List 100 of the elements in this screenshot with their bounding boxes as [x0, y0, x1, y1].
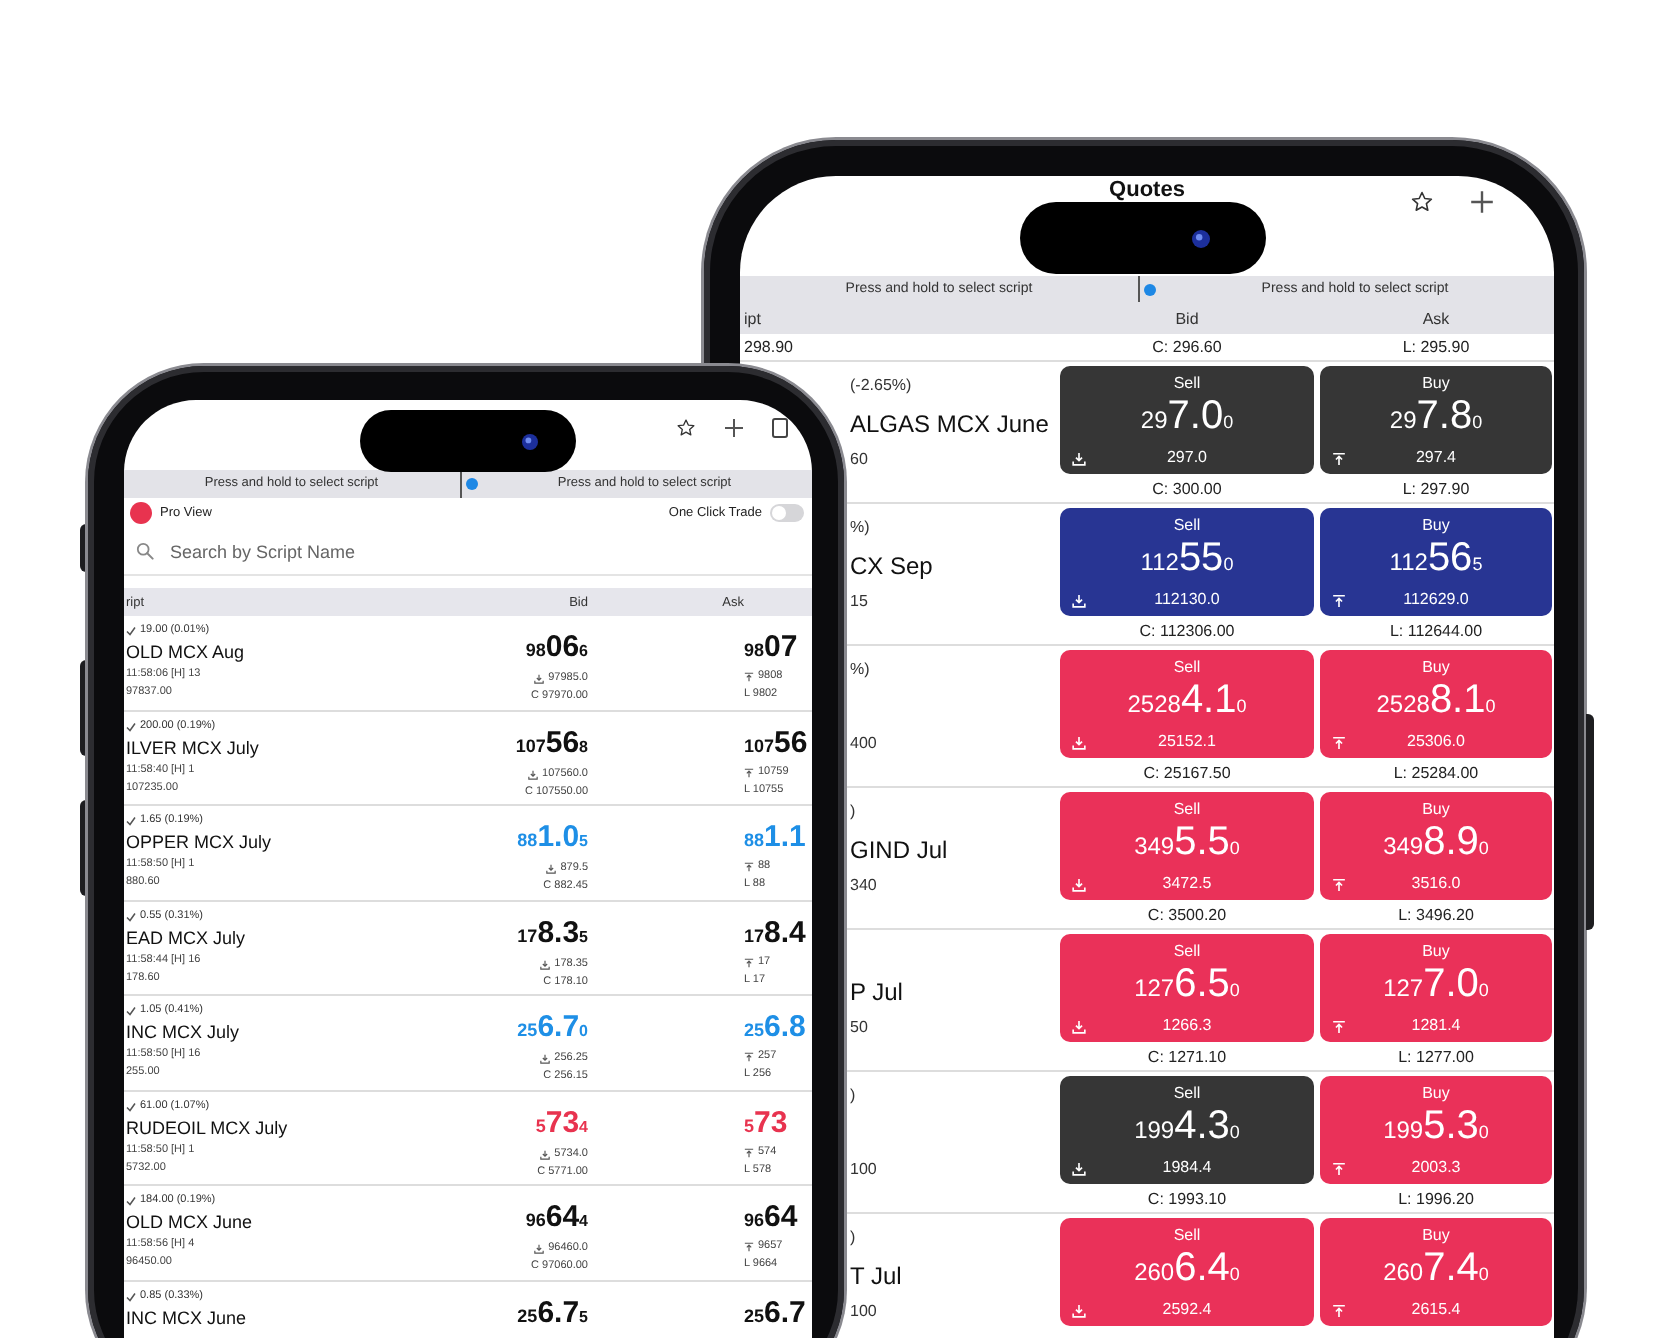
tray-arrow-icon	[540, 1149, 551, 1159]
tick-icon	[126, 1291, 136, 1301]
last-price: L: 3496.20	[1396, 906, 1476, 926]
detail-text: 340	[850, 876, 877, 896]
sell-button[interactable]: Sell 1994.30 1984.4	[1060, 1076, 1314, 1184]
star-icon[interactable]	[676, 418, 696, 438]
script-name: T Jul	[850, 1262, 902, 1290]
ask-price: 9664	[744, 1202, 798, 1236]
detail-text: 100	[850, 1302, 877, 1322]
tray-arrow-icon	[534, 1244, 545, 1254]
detail-text: 100	[850, 1160, 877, 1180]
buy-button[interactable]: Buy 2607.40 2615.4	[1320, 1218, 1552, 1326]
sell-button[interactable]: Sell 2606.40 2592.4	[1060, 1218, 1314, 1326]
detail-text: 60	[850, 450, 868, 470]
tick-icon	[126, 1196, 136, 1206]
tick-icon	[126, 626, 136, 636]
search-icon	[136, 542, 154, 560]
tray-arrow-icon	[1072, 1303, 1086, 1317]
bid-price: 256.70	[517, 1012, 588, 1048]
ask-price: 256.8	[744, 1012, 806, 1046]
script-name: OLD MCX June	[126, 1212, 253, 1234]
last-price: L: 112644.00	[1387, 622, 1485, 642]
bid-price: 256.75	[517, 1297, 588, 1333]
arrow-to-bar-icon	[1332, 593, 1346, 607]
close-price: C: 1271.10	[1145, 1048, 1229, 1068]
script-name: OPPER MCX July	[126, 832, 272, 854]
detail-text: 400	[850, 734, 877, 754]
script-name: CX Sep	[850, 552, 933, 580]
change-text: )	[850, 802, 856, 822]
bid-price: 5734	[535, 1107, 588, 1143]
tray-arrow-icon	[540, 1054, 551, 1064]
ask-price: 178.4	[744, 917, 806, 951]
tray-arrow-icon	[534, 674, 545, 684]
tray-arrow-icon	[1072, 877, 1086, 891]
sell-button[interactable]: Sell 112550 112130.0	[1060, 508, 1314, 616]
camera-lens-icon	[522, 433, 538, 449]
toggle-switch[interactable]	[770, 504, 804, 522]
arrow-to-bar-icon	[744, 1147, 754, 1157]
script-name: ALGAS MCX June	[850, 410, 1049, 438]
arrow-to-bar-icon	[1332, 1303, 1346, 1317]
arrow-to-bar-icon	[744, 1242, 754, 1252]
buy-button[interactable]: Buy 297.80 297.4	[1320, 366, 1552, 474]
screen-title: Quotes	[1109, 176, 1185, 202]
last-price: L: 25284.00	[1391, 764, 1481, 784]
ask-price: 10756	[744, 727, 808, 761]
tray-arrow-icon	[1072, 593, 1086, 607]
sell-button[interactable]: Sell 25284.10 25152.1	[1060, 650, 1314, 758]
sell-button[interactable]: Sell 297.00 297.0	[1060, 366, 1314, 474]
arrow-to-bar-icon	[744, 672, 754, 682]
ask-price: 256.7	[744, 1297, 806, 1331]
buy-button[interactable]: Buy 112565 112629.0	[1320, 508, 1552, 616]
pro-view-dot-icon[interactable]	[130, 502, 152, 524]
script-name: OLD MCX Aug	[126, 642, 245, 664]
buy-button[interactable]: Buy 3498.90 3516.0	[1320, 792, 1552, 900]
tray-arrow-icon	[1072, 735, 1086, 749]
bid-price: 178.35	[517, 917, 588, 953]
script-name: INC MCX July	[126, 1022, 240, 1044]
column-header: ipt	[742, 309, 761, 327]
arrow-to-bar-icon	[744, 1052, 754, 1062]
sell-button[interactable]: Sell 3495.50 3472.5	[1060, 792, 1314, 900]
tick-icon	[126, 1101, 136, 1111]
buy-button[interactable]: Buy 1277.00 1281.4	[1320, 934, 1552, 1042]
close-price: C: 112306.00	[1137, 622, 1237, 642]
script-name: RUDEOIL MCX July	[126, 1117, 288, 1139]
tray-arrow-icon	[1072, 1019, 1086, 1033]
buy-button[interactable]: Buy 25288.10 25306.0	[1320, 650, 1552, 758]
close-price: C: 1993.10	[1145, 1190, 1229, 1210]
sell-button[interactable]: Sell 1276.50 1266.3	[1060, 934, 1314, 1042]
script-name: EAD MCX July	[126, 927, 246, 949]
price-text: C: 296.60	[1152, 338, 1222, 356]
arrow-to-bar-icon	[1332, 451, 1346, 465]
square-icon[interactable]	[772, 418, 788, 438]
change-text: %)	[850, 518, 870, 538]
detail-text: 15	[850, 592, 868, 612]
column-header: Bid	[1175, 309, 1199, 327]
column-header: Ask	[1422, 309, 1450, 327]
tray-arrow-icon	[546, 864, 557, 874]
tray-arrow-icon	[540, 959, 551, 969]
camera-lens-icon	[1192, 229, 1210, 247]
price-text: 298.90	[742, 338, 793, 356]
script-name: ILVER MCX July	[126, 737, 259, 759]
search-field[interactable]: Search by Script Name	[166, 533, 812, 569]
change-text: )	[850, 1228, 856, 1248]
change-text: (-2.65%)	[850, 376, 912, 396]
tick-icon	[126, 721, 136, 731]
arrow-to-bar-icon	[744, 767, 754, 777]
price-text: L: 295.90	[1402, 338, 1470, 356]
bid-price: 107568	[515, 727, 588, 763]
plus-icon[interactable]	[724, 418, 744, 438]
plus-icon[interactable]	[1470, 190, 1494, 214]
last-price: L: 297.90	[1400, 480, 1472, 500]
buy-button[interactable]: Buy 1995.30 2003.3	[1320, 1076, 1552, 1184]
indicator-dot-icon	[1144, 283, 1156, 295]
star-icon[interactable]	[1410, 190, 1434, 214]
script-name: P Jul	[850, 978, 903, 1006]
tray-arrow-icon	[1072, 1161, 1086, 1175]
close-price: C: 300.00	[1150, 480, 1224, 500]
arrow-to-bar-icon	[1332, 877, 1346, 891]
arrow-to-bar-icon	[744, 862, 754, 872]
close-price: C: 3500.20	[1145, 906, 1229, 926]
